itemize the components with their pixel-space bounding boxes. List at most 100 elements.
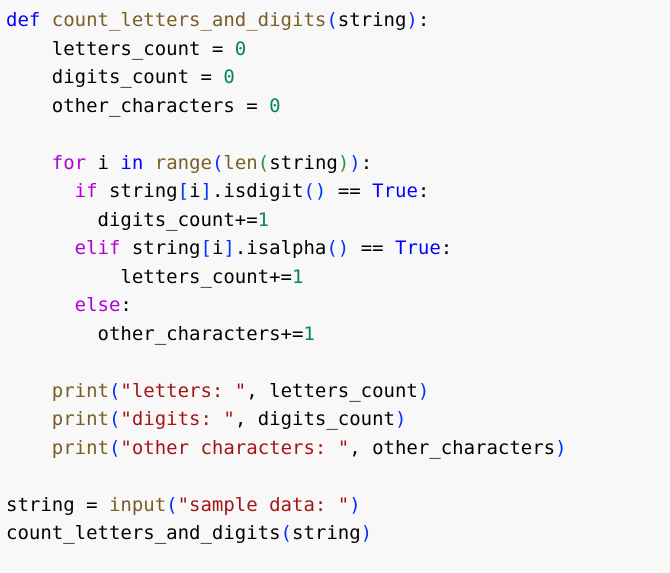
code-token: (: [211, 151, 224, 174]
code-line: count_letters_and_digits(string): [6, 519, 670, 548]
code-line: string = input("sample data: "): [6, 491, 670, 520]
code-token: :: [440, 237, 453, 259]
code-token: 0: [223, 66, 235, 88]
code-line: for i in range(len(string)):: [6, 149, 670, 178]
code-token: (: [280, 522, 292, 544]
code-token: (: [166, 493, 178, 516]
code-token: , digits_count: [234, 408, 395, 430]
code-token: (: [108, 408, 121, 430]
code-token: :: [360, 151, 373, 174]
code-token: ): [417, 379, 430, 402]
code-token: ): [555, 436, 567, 459]
code-token: print: [51, 379, 109, 402]
code-token: ): [406, 9, 418, 31]
code-token: string: [337, 9, 407, 31]
code-token: count_letters_and_digits: [6, 522, 281, 544]
code-token: i: [86, 151, 121, 174]
code-token: else: [74, 294, 121, 316]
code-line: print("digits: ", digits_count): [6, 405, 670, 434]
code-token: 1: [291, 265, 304, 288]
code-token: i: [189, 180, 201, 202]
code-line: elif string[i].isalpha() == True:: [6, 234, 670, 263]
code-token: (: [326, 9, 338, 31]
code-token: :: [120, 294, 132, 316]
code-token: letters_count+=: [6, 265, 292, 288]
code-token: ): [349, 151, 361, 174]
code-line: print("other characters: ", other_charac…: [6, 434, 670, 463]
code-token: letters_count =: [6, 37, 235, 60]
code-token: ): [360, 522, 373, 544]
code-token: string: [292, 522, 361, 544]
code-token: elif: [74, 237, 121, 259]
code-token: print: [51, 408, 109, 430]
code-line: other_characters+=1: [6, 320, 670, 349]
code-token: (: [108, 379, 121, 402]
code-line: digits_count = 0: [6, 63, 670, 92]
code-line: digits_count+=1: [6, 206, 670, 235]
code-token: (): [326, 237, 350, 259]
code-token: [: [177, 180, 190, 202]
code-token: other_characters+=: [6, 322, 304, 345]
code-token: in: [120, 151, 144, 174]
code-token: ]: [223, 237, 235, 259]
code-token: "sample data: ": [177, 493, 350, 516]
code-token: count_letters_and_digits: [51, 9, 327, 31]
code-token: ==: [326, 180, 373, 202]
code-token: "letters: ": [120, 379, 247, 402]
code-token: , letters_count: [246, 379, 418, 402]
code-token: ): [349, 493, 361, 516]
code-token: True: [372, 180, 418, 202]
code-token: print: [51, 436, 109, 459]
code-line: print("letters: ", letters_count): [6, 377, 670, 406]
code-token: def: [6, 9, 41, 31]
code-token: 0: [269, 94, 281, 117]
code-token: 1: [257, 208, 270, 231]
code-token: other_characters =: [6, 94, 270, 117]
code-line: if string[i].isdigit() == True:: [6, 177, 670, 206]
code-token: "other characters: ": [120, 436, 350, 459]
code-token: "digits: ": [120, 408, 235, 430]
code-token: [: [200, 237, 212, 259]
code-token: len: [223, 151, 258, 174]
code-token: digits_count+=: [6, 208, 258, 231]
code-line: other_characters = 0: [6, 92, 670, 121]
code-line: def count_letters_and_digits(string):: [6, 6, 670, 35]
code-token: , other_characters: [349, 436, 556, 459]
code-token: i: [211, 237, 224, 259]
code-token: ==: [349, 237, 396, 259]
code-token: (: [257, 151, 270, 174]
code-token: for: [51, 151, 87, 174]
code-line: letters_count = 0: [6, 35, 670, 64]
code-token: 1: [303, 322, 315, 345]
code-token: 0: [234, 37, 247, 60]
code-token: if: [74, 180, 98, 202]
code-token: string: [97, 180, 178, 202]
code-line: else:: [6, 291, 670, 320]
code-token: True: [395, 237, 441, 259]
code-token: :: [417, 9, 430, 31]
code-token: string: [269, 151, 338, 174]
code-line: letters_count+=1: [6, 263, 670, 292]
code-token: string: [120, 237, 201, 259]
code-token: input: [108, 493, 167, 516]
code-token: :: [417, 180, 430, 202]
code-token: string =: [6, 493, 109, 516]
code-token: ): [394, 408, 407, 430]
code-token: digits_count =: [6, 66, 224, 88]
code-token: ]: [200, 180, 212, 202]
code-token: range: [154, 151, 212, 174]
code-token: .isalpha: [234, 237, 327, 259]
code-token: (: [108, 436, 121, 459]
code-token: .isdigit: [211, 180, 304, 202]
